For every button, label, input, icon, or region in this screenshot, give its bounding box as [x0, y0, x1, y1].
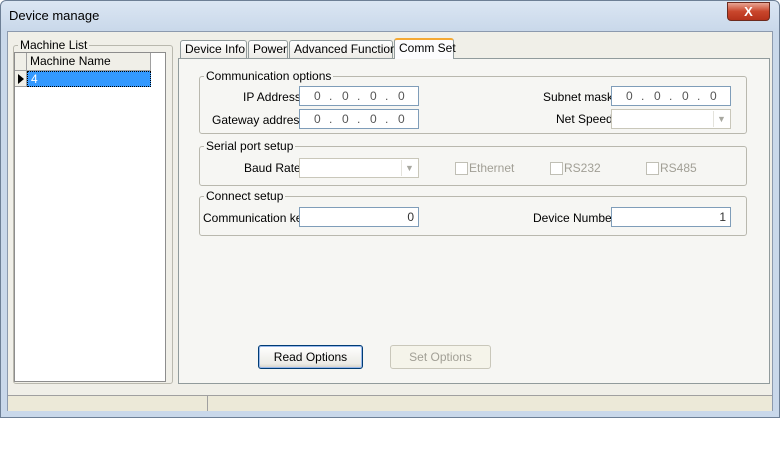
ethernet-label: Ethernet [469, 161, 515, 175]
tab-advanced-function[interactable]: Advanced Function [289, 40, 397, 58]
device-number-input[interactable]: 1 [611, 207, 731, 227]
subnet-mask-input[interactable]: 0. 0. 0. 0 [611, 86, 731, 106]
rs485-checkbox[interactable] [646, 162, 659, 175]
gateway-address-label: Gateway address [212, 113, 306, 127]
ip-address-input[interactable]: 0. 0. 0. 0 [299, 86, 419, 106]
list-header-corner [15, 53, 27, 71]
ip-octet-3: 0 [370, 89, 377, 103]
machine-list-legend: Machine List [20, 38, 88, 52]
close-icon: X [744, 4, 753, 19]
serial-port-setup-legend: Serial port setup [206, 139, 294, 153]
subnet-mask-label: Subnet mask [543, 90, 614, 104]
communication-key-label: Communication key [203, 211, 309, 225]
ip-octet-2: 0 [342, 89, 349, 103]
gateway-octet-3: 0 [370, 112, 377, 126]
ip-octet-4: 0 [398, 89, 405, 103]
title-bar[interactable]: Device manage X [1, 1, 779, 31]
current-row-arrow-icon [18, 74, 24, 84]
set-options-button[interactable]: Set Options [390, 345, 491, 369]
baud-rate-label: Baud Rate [244, 161, 301, 175]
communication-options-legend: Communication options [206, 69, 332, 83]
chevron-down-icon[interactable]: ▼ [713, 111, 729, 127]
subnet-octet-1: 0 [626, 89, 633, 103]
status-panel [8, 396, 208, 411]
ip-address-label: IP Address [243, 90, 301, 104]
baud-rate-select[interactable]: ▼ [299, 158, 419, 178]
gateway-address-input[interactable]: 0. 0. 0. 0 [299, 109, 419, 129]
chevron-down-icon[interactable]: ▼ [401, 160, 417, 176]
status-bar [8, 395, 772, 411]
gateway-octet-2: 0 [342, 112, 349, 126]
row-indicator[interactable] [15, 71, 27, 87]
rs232-label: RS232 [564, 161, 601, 175]
net-speed-select[interactable]: ▼ [611, 109, 731, 129]
rs232-checkbox[interactable] [550, 162, 563, 175]
subnet-octet-3: 0 [682, 89, 689, 103]
machine-list[interactable]: Machine Name 4 [14, 52, 166, 382]
device-manage-window: Device manage X Machine List Machine Nam… [0, 0, 780, 418]
tab-comm-set[interactable]: Comm Set [394, 38, 456, 59]
client-area: Machine List Machine Name 4 Device Info … [7, 31, 773, 411]
gateway-octet-4: 0 [398, 112, 405, 126]
close-button[interactable]: X [727, 2, 770, 21]
read-options-button[interactable]: Read Options [258, 345, 363, 369]
subnet-octet-4: 0 [710, 89, 717, 103]
rs485-label: RS485 [660, 161, 697, 175]
comm-set-panel: Communication options IP Address 0. 0. 0… [178, 58, 770, 384]
net-speed-label: Net Speed [556, 112, 613, 126]
device-number-label: Device Number [533, 211, 616, 225]
tab-device-info[interactable]: Device Info [180, 40, 247, 58]
ip-octet-1: 0 [314, 89, 321, 103]
subnet-octet-2: 0 [654, 89, 661, 103]
connect-setup-legend: Connect setup [206, 189, 284, 203]
column-header-machine-name[interactable]: Machine Name [27, 53, 151, 71]
communication-key-input[interactable]: 0 [299, 207, 419, 227]
window-title: Device manage [9, 8, 100, 23]
list-item[interactable]: 4 [27, 71, 151, 87]
tab-power[interactable]: Power [248, 40, 288, 58]
ethernet-checkbox[interactable] [455, 162, 468, 175]
gateway-octet-1: 0 [314, 112, 321, 126]
